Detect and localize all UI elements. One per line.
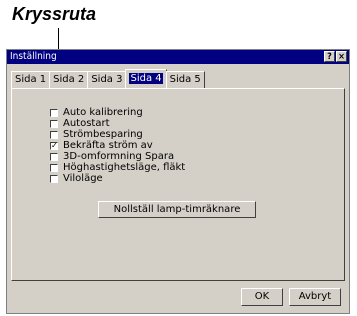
option-auto-kalibrering[interactable]: Auto kalibrering [50,107,185,118]
tab-sida-1[interactable]: Sida 1 [11,71,51,88]
option-label: Höghastighetsläge, fläkt [63,162,186,173]
option-hoghastighetslage-flakt[interactable]: Höghastighetsläge, fläkt [50,162,185,173]
checkbox[interactable] [50,119,58,128]
options-list: Auto kalibrering Autostart Strömbesparin… [50,107,185,184]
option-autostart[interactable]: Autostart [50,118,185,129]
close-button[interactable]: × [336,51,347,62]
option-bekrafta-strom-av[interactable]: ✓ Bekräfta ström av [50,140,185,151]
tab-sida-3[interactable]: Sida 3 [87,71,127,88]
option-label: 3D-omformning Spara [63,151,175,162]
option-strombesparing[interactable]: Strömbesparing [50,129,185,140]
tab-sida-2[interactable]: Sida 2 [49,71,89,88]
checkbox[interactable] [50,174,58,183]
checkbox[interactable]: ✓ [50,141,58,150]
checkbox[interactable] [50,152,58,161]
option-label: Bekräfta ström av [63,140,153,151]
reset-lamp-timer-button[interactable]: Nollställ lamp-timräknare [98,201,256,218]
option-label: Strömbesparing [63,129,143,140]
help-button[interactable]: ? [324,51,335,62]
option-label: Auto kalibrering [63,107,143,118]
option-label: Viloläge [63,173,103,184]
tab-label: Sida 3 [91,74,123,85]
cancel-button[interactable]: Avbryt [289,288,341,306]
checkbox[interactable] [50,130,58,139]
ok-button[interactable]: OK [241,288,283,306]
checkbox[interactable] [50,163,58,172]
callout-label: Kryssruta [12,4,97,24]
tab-strip: Sida 1 Sida 2 Sida 3 Sida 4 Sida 5 [11,69,205,88]
tab-sida-4[interactable]: Sida 4 [125,69,167,88]
window-title: Inställning [10,51,57,62]
tab-sida-5[interactable]: Sida 5 [165,71,205,88]
tab-label: Sida 5 [169,74,201,85]
checkbox[interactable] [50,108,58,117]
tab-label: Sida 4 [129,73,163,84]
option-vilolage[interactable]: Viloläge [50,173,185,184]
tab-label: Sida 2 [53,74,85,85]
tab-panel: Auto kalibrering Autostart Strömbesparin… [11,88,345,281]
title-bar: Inställning ? × [7,50,349,64]
option-3d-omformning-spara[interactable]: 3D-omformning Spara [50,151,185,162]
tab-label: Sida 1 [15,74,47,85]
option-label: Autostart [63,118,110,129]
settings-dialog: Inställning ? × Sida 1 Sida 2 Sida 3 Sid… [6,49,350,314]
